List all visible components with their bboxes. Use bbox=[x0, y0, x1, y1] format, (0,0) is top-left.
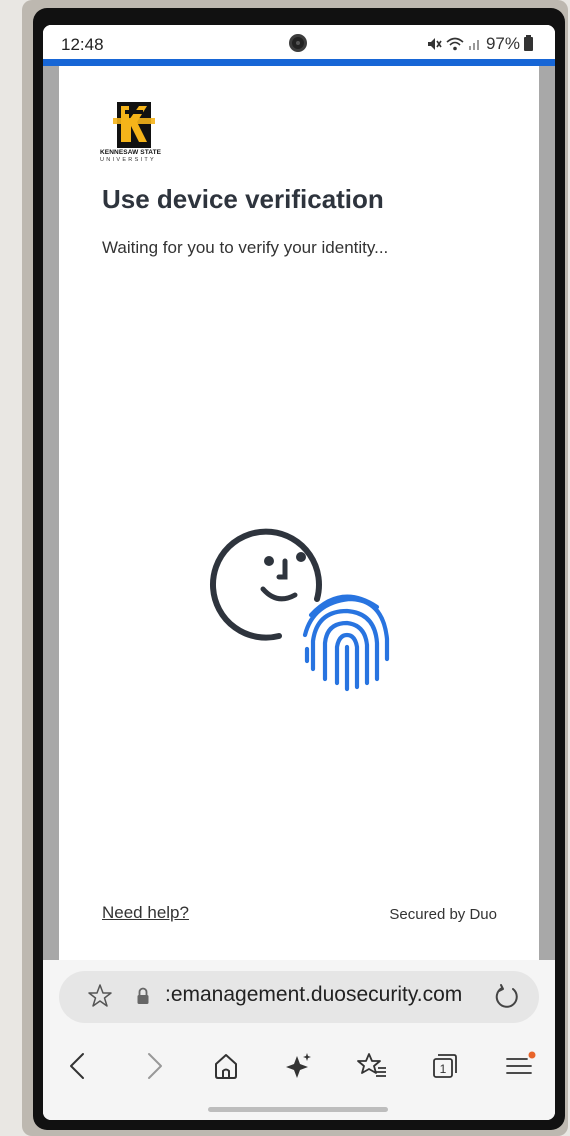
page-title: Use device verification bbox=[102, 184, 384, 214]
browser-nav-bar: 1 bbox=[43, 1038, 555, 1094]
forward-icon[interactable] bbox=[135, 1048, 171, 1084]
status-icons: 97% bbox=[426, 34, 533, 54]
address-bar[interactable]: :emanagement.duosecurity.com bbox=[59, 971, 539, 1023]
status-message: Waiting for you to verify your identity.… bbox=[102, 238, 389, 257]
tabs-icon[interactable]: 1 bbox=[427, 1048, 463, 1084]
logo-subtext: UNIVERSITY bbox=[100, 157, 157, 163]
status-time: 12:48 bbox=[61, 35, 104, 54]
page-background: KENNESAW STATE UNIVERSITY Use device ver… bbox=[43, 66, 555, 960]
mute-icon bbox=[427, 38, 442, 50]
battery-percent: 97% bbox=[485, 34, 520, 53]
status-bar: 12:48 97% bbox=[43, 25, 555, 59]
menu-icon[interactable] bbox=[501, 1048, 537, 1084]
star-icon[interactable] bbox=[87, 983, 113, 1009]
logo-wordmark: KENNESAW STATE bbox=[100, 149, 162, 156]
page-load-bar bbox=[43, 59, 555, 66]
bookmarks-icon[interactable] bbox=[354, 1048, 390, 1084]
home-icon[interactable] bbox=[208, 1048, 244, 1084]
assistant-icon[interactable] bbox=[281, 1048, 317, 1084]
signal-icon bbox=[468, 40, 479, 50]
browser-toolbar: :emanagement.duosecurity.com 1 bbox=[43, 960, 555, 1120]
need-help-link[interactable]: Need help? bbox=[102, 903, 189, 923]
front-camera bbox=[289, 34, 307, 52]
phone-screen: 12:48 97% KENNESAW STATE UNIVERSITY Use … bbox=[43, 25, 555, 1120]
home-indicator[interactable] bbox=[208, 1107, 388, 1112]
url-text[interactable]: :emanagement.duosecurity.com bbox=[165, 983, 465, 1007]
reload-icon[interactable] bbox=[493, 983, 521, 1011]
wifi-icon bbox=[446, 37, 464, 51]
notification-dot bbox=[528, 1051, 536, 1059]
face-fingerprint-icon bbox=[209, 528, 390, 692]
lock-icon[interactable] bbox=[136, 987, 150, 1005]
secured-by-duo: Secured by Duo bbox=[389, 906, 497, 923]
auth-card: KENNESAW STATE UNIVERSITY Use device ver… bbox=[59, 66, 539, 960]
battery-icon bbox=[524, 35, 533, 51]
tab-count: 1 bbox=[440, 1062, 447, 1076]
back-icon[interactable] bbox=[61, 1048, 97, 1084]
